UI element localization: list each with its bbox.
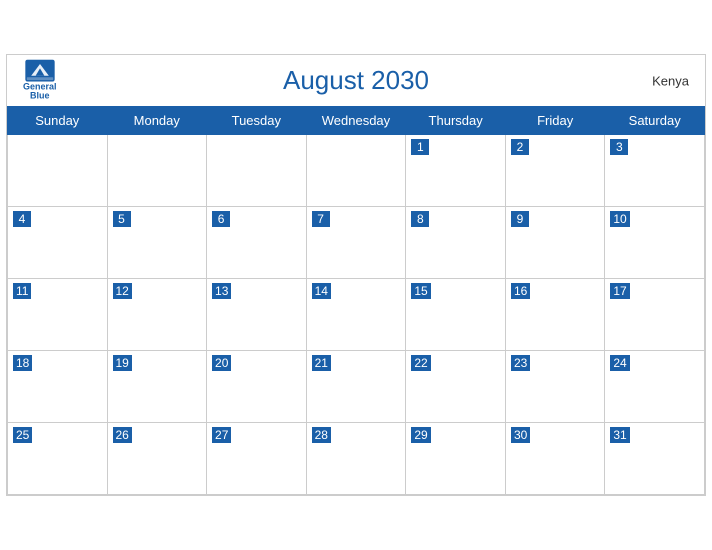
country-label: Kenya <box>652 73 689 88</box>
day-cell-20: 20 <box>207 351 307 423</box>
day-cell-empty-0-1 <box>107 135 207 207</box>
day-number-15: 15 <box>411 283 430 299</box>
day-number-26: 26 <box>113 427 132 443</box>
day-cell-10: 10 <box>605 207 705 279</box>
day-number-12: 12 <box>113 283 132 299</box>
day-number-8: 8 <box>411 211 429 227</box>
day-cell-3: 3 <box>605 135 705 207</box>
day-cell-26: 26 <box>107 423 207 495</box>
day-number-29: 29 <box>411 427 430 443</box>
day-number-18: 18 <box>13 355 32 371</box>
day-number-2: 2 <box>511 139 529 155</box>
day-number-22: 22 <box>411 355 430 371</box>
header-saturday: Saturday <box>605 107 705 135</box>
day-cell-31: 31 <box>605 423 705 495</box>
day-number-24: 24 <box>610 355 629 371</box>
day-number-30: 30 <box>511 427 530 443</box>
calendar-container: General Blue August 2030 Kenya Sunday Mo… <box>6 54 706 496</box>
day-cell-4: 4 <box>8 207 108 279</box>
day-number-20: 20 <box>212 355 231 371</box>
header-wednesday: Wednesday <box>306 107 406 135</box>
day-cell-23: 23 <box>505 351 604 423</box>
week-row-0: 1 2 3 <box>8 135 705 207</box>
day-cell-14: 14 <box>306 279 406 351</box>
day-cell-27: 27 <box>207 423 307 495</box>
day-number-7: 7 <box>312 211 330 227</box>
day-cell-13: 13 <box>207 279 307 351</box>
day-number-1: 1 <box>411 139 429 155</box>
day-cell-30: 30 <box>505 423 604 495</box>
day-cell-11: 11 <box>8 279 108 351</box>
day-number-10: 10 <box>610 211 629 227</box>
calendar-header: General Blue August 2030 Kenya <box>7 55 705 106</box>
day-cell-12: 12 <box>107 279 207 351</box>
day-cell-empty-0-3 <box>306 135 406 207</box>
logo-area: General Blue <box>23 59 57 102</box>
day-number-25: 25 <box>13 427 32 443</box>
header-sunday: Sunday <box>8 107 108 135</box>
day-number-21: 21 <box>312 355 331 371</box>
day-cell-6: 6 <box>207 207 307 279</box>
day-cell-21: 21 <box>306 351 406 423</box>
day-cell-29: 29 <box>406 423 506 495</box>
week-row-1: 4 5 6 7 8 9 10 <box>8 207 705 279</box>
day-number-23: 23 <box>511 355 530 371</box>
week-row-4: 25 26 27 28 29 30 31 <box>8 423 705 495</box>
day-number-9: 9 <box>511 211 529 227</box>
day-number-19: 19 <box>113 355 132 371</box>
day-cell-28: 28 <box>306 423 406 495</box>
day-cell-22: 22 <box>406 351 506 423</box>
day-cell-2: 2 <box>505 135 604 207</box>
day-cell-25: 25 <box>8 423 108 495</box>
day-cell-9: 9 <box>505 207 604 279</box>
calendar-body: 1234567891011121314151617181920212223242… <box>8 135 705 495</box>
calendar-grid: Sunday Monday Tuesday Wednesday Thursday… <box>7 106 705 495</box>
day-cell-8: 8 <box>406 207 506 279</box>
day-cell-1: 1 <box>406 135 506 207</box>
day-number-4: 4 <box>13 211 31 227</box>
day-number-27: 27 <box>212 427 231 443</box>
week-row-3: 18 19 20 21 22 23 24 <box>8 351 705 423</box>
day-cell-7: 7 <box>306 207 406 279</box>
day-number-16: 16 <box>511 283 530 299</box>
day-cell-16: 16 <box>505 279 604 351</box>
day-headers-row: Sunday Monday Tuesday Wednesday Thursday… <box>8 107 705 135</box>
header-monday: Monday <box>107 107 207 135</box>
day-cell-5: 5 <box>107 207 207 279</box>
header-tuesday: Tuesday <box>207 107 307 135</box>
day-number-17: 17 <box>610 283 629 299</box>
day-number-31: 31 <box>610 427 629 443</box>
day-cell-24: 24 <box>605 351 705 423</box>
day-cell-18: 18 <box>8 351 108 423</box>
day-number-13: 13 <box>212 283 231 299</box>
day-cell-19: 19 <box>107 351 207 423</box>
week-row-2: 11 12 13 14 15 16 17 <box>8 279 705 351</box>
day-number-28: 28 <box>312 427 331 443</box>
header-friday: Friday <box>505 107 604 135</box>
day-number-11: 11 <box>13 283 31 299</box>
calendar-title: August 2030 <box>283 65 429 96</box>
generalblue-logo-icon <box>25 59 55 81</box>
day-number-5: 5 <box>113 211 131 227</box>
day-cell-empty-0-0 <box>8 135 108 207</box>
day-number-14: 14 <box>312 283 331 299</box>
logo-blue-text: Blue <box>30 92 50 102</box>
day-number-6: 6 <box>212 211 230 227</box>
day-cell-17: 17 <box>605 279 705 351</box>
header-thursday: Thursday <box>406 107 506 135</box>
day-number-3: 3 <box>610 139 628 155</box>
day-cell-empty-0-2 <box>207 135 307 207</box>
day-cell-15: 15 <box>406 279 506 351</box>
